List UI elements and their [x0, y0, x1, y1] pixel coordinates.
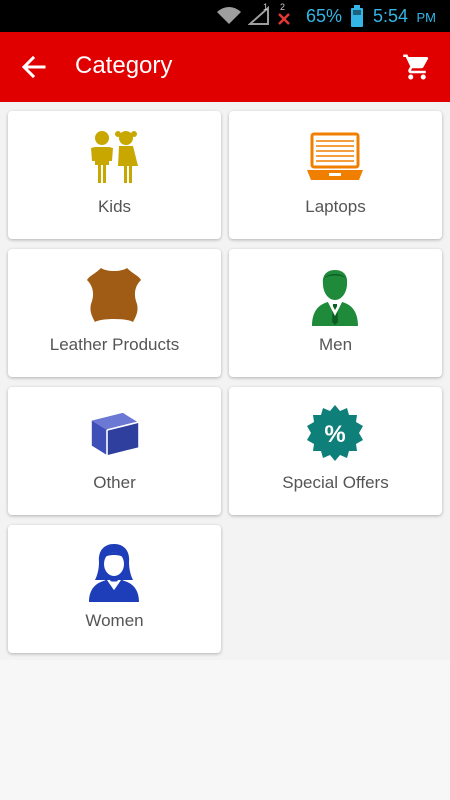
category-label: Special Offers: [282, 473, 389, 492]
svg-text:%: %: [324, 421, 345, 448]
category-card-other[interactable]: Other: [8, 387, 221, 515]
cart-icon[interactable]: [402, 52, 432, 82]
category-label: Men: [318, 335, 353, 354]
category-card-men[interactable]: Men: [229, 249, 442, 377]
clock: 5:54: [372, 6, 408, 26]
box-icon: [83, 402, 145, 464]
man-icon: [304, 264, 366, 326]
category-card-kids[interactable]: Kids: [8, 111, 221, 239]
category-label: Other: [93, 473, 136, 492]
sim-badge-2: 2: [280, 2, 286, 12]
category-label: Kids: [97, 197, 132, 216]
laptop-icon: [304, 126, 366, 188]
battery-icon: [351, 5, 363, 27]
kids-icon: [83, 126, 145, 188]
woman-icon: [83, 540, 145, 602]
wifi-icon: [217, 7, 241, 24]
no-signal-x-icon: [278, 13, 290, 25]
battery-percent: 65%: [305, 6, 342, 26]
sim-badge-1: 1: [263, 2, 269, 12]
category-card-laptops[interactable]: Laptops: [229, 111, 442, 239]
status-bar: 1 2 65% 5:54 PM: [0, 0, 450, 32]
back-arrow-icon[interactable]: [20, 53, 48, 81]
category-card-women[interactable]: Women: [8, 525, 221, 653]
page-title: Category: [75, 52, 173, 79]
discount-badge-icon: %: [304, 402, 366, 464]
category-label: Leather Products: [49, 335, 180, 354]
category-card-leather-products[interactable]: Leather Products: [8, 249, 221, 377]
leather-icon: [83, 264, 145, 326]
category-card-special-offers[interactable]: % Special Offers: [229, 387, 442, 515]
category-label: Women: [85, 611, 144, 630]
category-label: Laptops: [305, 197, 366, 216]
clock-ampm: PM: [416, 10, 437, 25]
app-bar: Category: [0, 32, 450, 102]
empty-area: [0, 660, 450, 800]
